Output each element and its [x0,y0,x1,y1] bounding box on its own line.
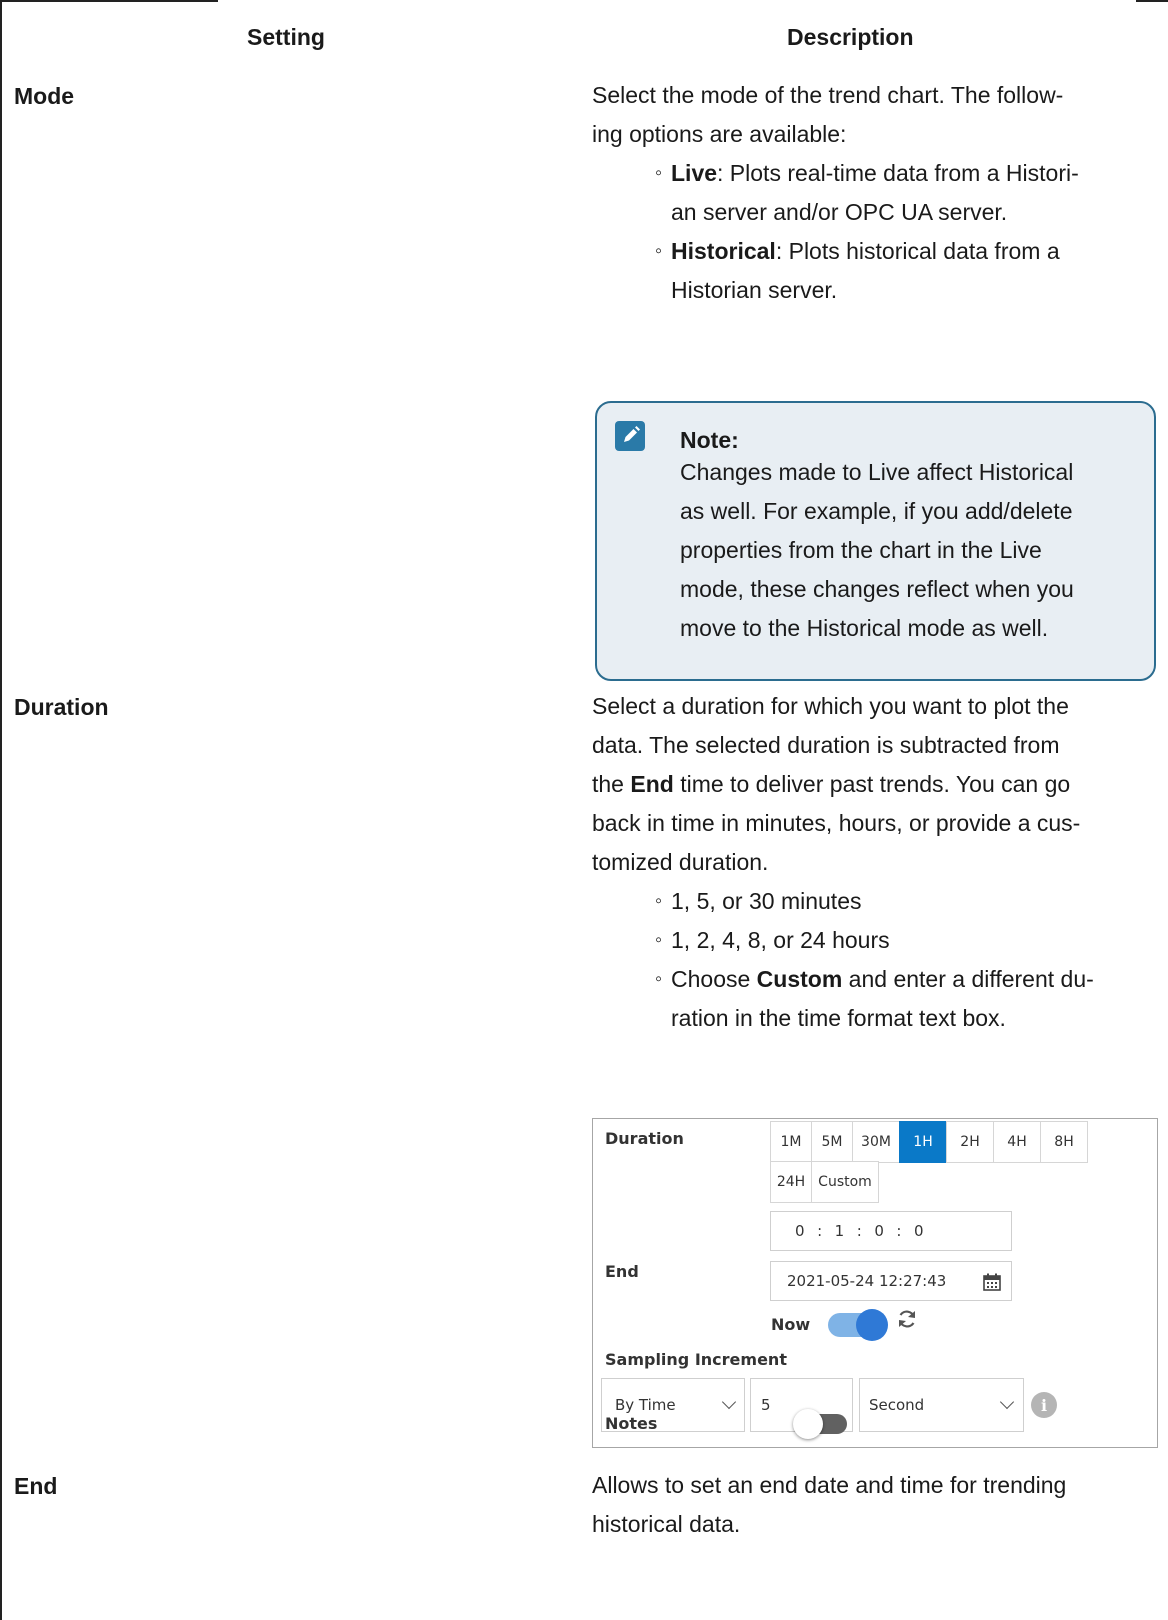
setting-end: End [14,1473,58,1499]
now-toggle[interactable] [828,1309,888,1341]
refresh-icon[interactable] [895,1307,919,1335]
live-text-2: an server and/or OPC UA server. [671,199,1008,225]
notes-toggle[interactable] [793,1409,847,1439]
custom-text-2: ration in the time format text box. [671,1005,1006,1031]
duration-options-list: 1, 5, or 30 minutes 1, 2, 4, 8, or 24 ho… [592,882,1158,1038]
end-line-2: historical data. [592,1511,741,1537]
custom-text-pre: Choose [671,966,757,992]
duration-option-4h[interactable]: 4H [993,1121,1041,1163]
note-line: properties from the chart in the Live [680,537,1042,563]
duration-line-1: Select a duration for which you want to … [592,693,1069,719]
duration-line-5: tomized duration. [592,849,769,875]
header-description: Description [787,24,914,50]
sampling-unit-select[interactable]: Second [859,1378,1024,1432]
end-line-1: Allows to set an end date and time for t… [592,1472,1067,1498]
custom-time-input[interactable]: 0 : 1 : 0 : 0 [770,1211,1012,1251]
note-line: move to the Historical mode as well. [680,615,1049,641]
term-historical: Historical [671,238,776,264]
sampling-unit-value: Second [869,1396,925,1414]
duration-option-custom[interactable]: Custom [811,1161,879,1203]
mode-description: Select the mode of the trend chart. The … [592,76,1158,310]
custom-text-post: and enter a different du- [842,966,1094,992]
duration-line-2: data. The selected duration is subtracte… [592,732,1060,758]
duration-description: Select a duration for which you want to … [592,687,1158,1038]
live-text-1: : Plots real-time data from a Histori- [717,160,1079,186]
mode-options-list: Live: Plots real-time data from a Histor… [592,154,1158,310]
note-line: as well. For example, if you add/delete [680,498,1073,524]
calendar-icon[interactable] [982,1272,1002,1296]
duration-label: Duration [605,1129,684,1148]
duration-option-5m[interactable]: 5M [811,1121,853,1163]
note-line: mode, these changes reflect when you [680,576,1074,602]
duration-option-1m[interactable]: 1M [770,1121,812,1163]
term-custom: Custom [756,966,843,992]
mode-intro-line-1: Select the mode of the trend chart. The … [592,82,1064,108]
list-item: Live: Plots real-time data from a Histor… [655,154,1158,232]
toggle-knob [856,1309,888,1341]
chevron-down-icon [999,1394,1015,1410]
header-setting: Setting [247,24,325,50]
duration-option-8h[interactable]: 8H [1040,1121,1088,1163]
list-item: 1, 5, or 30 minutes [655,882,1158,921]
setting-duration: Duration [14,694,109,720]
setting-mode: Mode [14,83,75,109]
note-title: Note: [680,427,739,453]
end-datetime-input[interactable]: 2021-05-24 12:27:43 [770,1261,1012,1301]
list-item: Choose Custom and enter a different du- … [655,960,1158,1038]
duration-option-24h[interactable]: 24H [770,1161,812,1203]
duration-line-4: back in time in minutes, hours, or provi… [592,810,1081,836]
sampling-increment-label: Sampling Increment [605,1350,787,1369]
end-label: End [605,1262,639,1281]
sampling-type-value: By Time [615,1396,676,1414]
chevron-down-icon [721,1394,737,1410]
duration-options-row-1: 1M 5M 30M 1H 2H 4H 8H [770,1121,1088,1163]
list-item: 1, 2, 4, 8, or 24 hours [655,921,1158,960]
toggle-knob [793,1409,823,1439]
table-top-border-left [0,0,218,2]
end-datetime-value: 2021-05-24 12:27:43 [787,1272,947,1290]
duration-option-1h[interactable]: 1H [899,1121,947,1163]
table-top-border-right [1136,0,1168,2]
now-label: Now [771,1315,811,1334]
mode-intro-line-2: ing options are available: [592,121,847,147]
duration-line-3-post: time to deliver past trends. You can go [673,771,1071,797]
term-end: End [630,771,674,797]
note-box: Note: Changes made to Live affect Histor… [595,401,1156,681]
list-item: Historical: Plots historical data from a… [655,232,1158,310]
duration-settings-screenshot: Duration 1M 5M 30M 1H 2H 4H 8H 24H Custo… [592,1118,1158,1448]
historical-text-1: : Plots historical data from a [775,238,1060,264]
duration-option-2h[interactable]: 2H [946,1121,994,1163]
term-live: Live [671,160,718,186]
duration-line-3-pre: the [592,771,631,797]
duration-line-3: the End time to deliver past trends. You… [592,765,1158,804]
table-left-border [0,0,2,1620]
note-body: Changes made to Live affect Historical a… [680,453,1145,648]
note-line: Changes made to Live affect Historical [680,459,1074,485]
info-icon[interactable]: i [1031,1392,1057,1418]
end-description: Allows to set an end date and time for t… [592,1466,1158,1544]
duration-option-30m[interactable]: 30M [852,1121,900,1163]
duration-options-row-2: 24H Custom [770,1161,879,1203]
historical-text-2: Historian server. [671,277,838,303]
notes-label: Notes [605,1414,658,1433]
pencil-icon [615,421,645,451]
